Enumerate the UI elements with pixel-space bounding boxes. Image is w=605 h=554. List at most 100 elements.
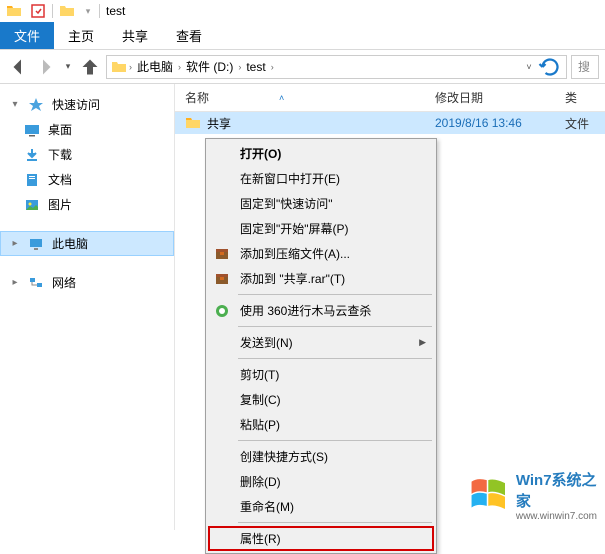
- sidebar-item-pictures[interactable]: 图片: [0, 192, 174, 217]
- menu-rename[interactable]: 重命名(M): [208, 494, 434, 519]
- submenu-arrow-icon: ▶: [419, 337, 426, 348]
- menu-label: 剪切(T): [240, 366, 426, 383]
- menu-label: 固定到"开始"屏幕(P): [240, 220, 426, 237]
- network-icon: [28, 275, 44, 291]
- window-title: test: [106, 4, 125, 18]
- folder-icon: [111, 59, 127, 75]
- back-button[interactable]: [6, 55, 30, 79]
- ribbon-tabs: 文件 主页 共享 查看: [0, 22, 605, 50]
- sidebar-label: 桌面: [48, 121, 72, 138]
- sidebar-item-downloads[interactable]: 下载: [0, 142, 174, 167]
- up-button[interactable]: [78, 55, 102, 79]
- chevron-right-icon[interactable]: ›: [178, 62, 181, 72]
- archive-icon: [212, 271, 232, 287]
- file-row[interactable]: 共享 2019/8/16 13:46 文件: [175, 112, 605, 134]
- sidebar-label: 下载: [48, 146, 72, 163]
- title-bar: ▾ test: [0, 0, 605, 22]
- column-headers: 名称 ˄ 修改日期 类: [175, 84, 605, 112]
- chevron-right-icon[interactable]: ›: [129, 62, 132, 72]
- menu-copy[interactable]: 复制(C): [208, 387, 434, 412]
- menu-separator: [238, 294, 432, 295]
- chevron-down-icon[interactable]: [10, 99, 20, 110]
- sidebar-item-documents[interactable]: 文档: [0, 167, 174, 192]
- menu-label: 使用 360进行木马云查杀: [240, 302, 426, 319]
- menu-delete[interactable]: 删除(D): [208, 469, 434, 494]
- search-placeholder: 搜: [578, 58, 590, 75]
- sidebar-label: 图片: [48, 196, 72, 213]
- chevron-right-icon[interactable]: [10, 238, 20, 249]
- breadcrumb-label: test: [246, 60, 265, 74]
- menu-add-archive[interactable]: 添加到压缩文件(A)...: [208, 241, 434, 266]
- menu-pin-quick[interactable]: 固定到"快速访问": [208, 191, 434, 216]
- ribbon-tab-home[interactable]: 主页: [54, 22, 108, 49]
- column-name[interactable]: 名称 ˄: [185, 89, 435, 106]
- sidebar-this-pc[interactable]: 此电脑: [0, 231, 174, 256]
- breadcrumb-label: 此电脑: [137, 58, 173, 75]
- ribbon-tab-share[interactable]: 共享: [108, 22, 162, 49]
- sidebar-network[interactable]: 网络: [0, 270, 174, 295]
- menu-separator: [238, 522, 432, 523]
- column-date[interactable]: 修改日期: [435, 89, 565, 106]
- menu-pin-start[interactable]: 固定到"开始"屏幕(P): [208, 216, 434, 241]
- star-icon: [28, 97, 44, 113]
- menu-label: 添加到 "共享.rar"(T): [240, 270, 426, 287]
- chevron-right-icon[interactable]: ›: [238, 62, 241, 72]
- breadcrumb-item[interactable]: test: [243, 60, 268, 74]
- menu-label: 属性(R): [240, 530, 426, 547]
- breadcrumb-item[interactable]: 软件 (D:): [183, 58, 236, 75]
- properties-icon[interactable]: [30, 3, 46, 19]
- chevron-down-icon[interactable]: ▾: [83, 3, 93, 19]
- search-input[interactable]: 搜: [571, 55, 599, 79]
- file-date: 2019/8/16 13:46: [435, 116, 565, 130]
- ribbon-tab-view[interactable]: 查看: [162, 22, 216, 49]
- sort-asc-icon: ˄: [279, 93, 284, 103]
- menu-add-rar[interactable]: 添加到 "共享.rar"(T): [208, 266, 434, 291]
- recent-dropdown[interactable]: ▾: [62, 55, 74, 79]
- menu-label: 粘贴(P): [240, 416, 426, 433]
- menu-label: 重命名(M): [240, 498, 426, 515]
- menu-separator: [238, 326, 432, 327]
- menu-open[interactable]: 打开(O): [208, 141, 434, 166]
- address-bar[interactable]: › 此电脑 › 软件 (D:) › test › ˅: [106, 55, 567, 79]
- nav-bar: ▾ › 此电脑 › 软件 (D:) › test › ˅ 搜: [0, 50, 605, 84]
- shield-icon: [212, 303, 232, 319]
- folder-icon: [59, 3, 75, 19]
- sidebar: 快速访问 桌面 下载 文档 图片 此电脑: [0, 84, 175, 530]
- column-type[interactable]: 类: [565, 89, 605, 106]
- sidebar-label: 此电脑: [52, 235, 88, 252]
- breadcrumb-item[interactable]: 此电脑: [134, 58, 176, 75]
- downloads-icon: [24, 147, 40, 163]
- documents-icon: [24, 172, 40, 188]
- chevron-right-icon[interactable]: ›: [271, 62, 274, 72]
- menu-cut[interactable]: 剪切(T): [208, 362, 434, 387]
- archive-icon: [212, 246, 232, 262]
- menu-360-scan[interactable]: 使用 360进行木马云查杀: [208, 298, 434, 323]
- chevron-right-icon[interactable]: [10, 277, 20, 288]
- menu-label: 创建快捷方式(S): [240, 448, 426, 465]
- separator: [52, 4, 53, 18]
- separator: [99, 4, 100, 18]
- menu-create-shortcut[interactable]: 创建快捷方式(S): [208, 444, 434, 469]
- menu-paste[interactable]: 粘贴(P): [208, 412, 434, 437]
- menu-new-window[interactable]: 在新窗口中打开(E): [208, 166, 434, 191]
- sidebar-label: 网络: [52, 274, 76, 291]
- menu-label: 复制(C): [240, 391, 426, 408]
- sidebar-item-desktop[interactable]: 桌面: [0, 117, 174, 142]
- menu-label: 打开(O): [240, 145, 426, 162]
- menu-label: 发送到(N): [240, 334, 411, 351]
- sidebar-label: 快速访问: [52, 96, 100, 113]
- refresh-button[interactable]: [538, 55, 562, 79]
- ribbon-file[interactable]: 文件: [0, 22, 54, 49]
- menu-label: 固定到"快速访问": [240, 195, 426, 212]
- pictures-icon: [24, 197, 40, 213]
- folder-icon: [6, 3, 22, 19]
- forward-button[interactable]: [34, 55, 58, 79]
- dropdown-icon[interactable]: ˅: [522, 55, 536, 79]
- menu-label: 删除(D): [240, 473, 426, 490]
- menu-send-to[interactable]: 发送到(N) ▶: [208, 330, 434, 355]
- breadcrumb-label: 软件 (D:): [186, 58, 233, 75]
- sidebar-label: 文档: [48, 171, 72, 188]
- sidebar-quick-access[interactable]: 快速访问: [0, 92, 174, 117]
- column-label: 名称: [185, 89, 209, 106]
- file-name: 共享: [207, 115, 231, 132]
